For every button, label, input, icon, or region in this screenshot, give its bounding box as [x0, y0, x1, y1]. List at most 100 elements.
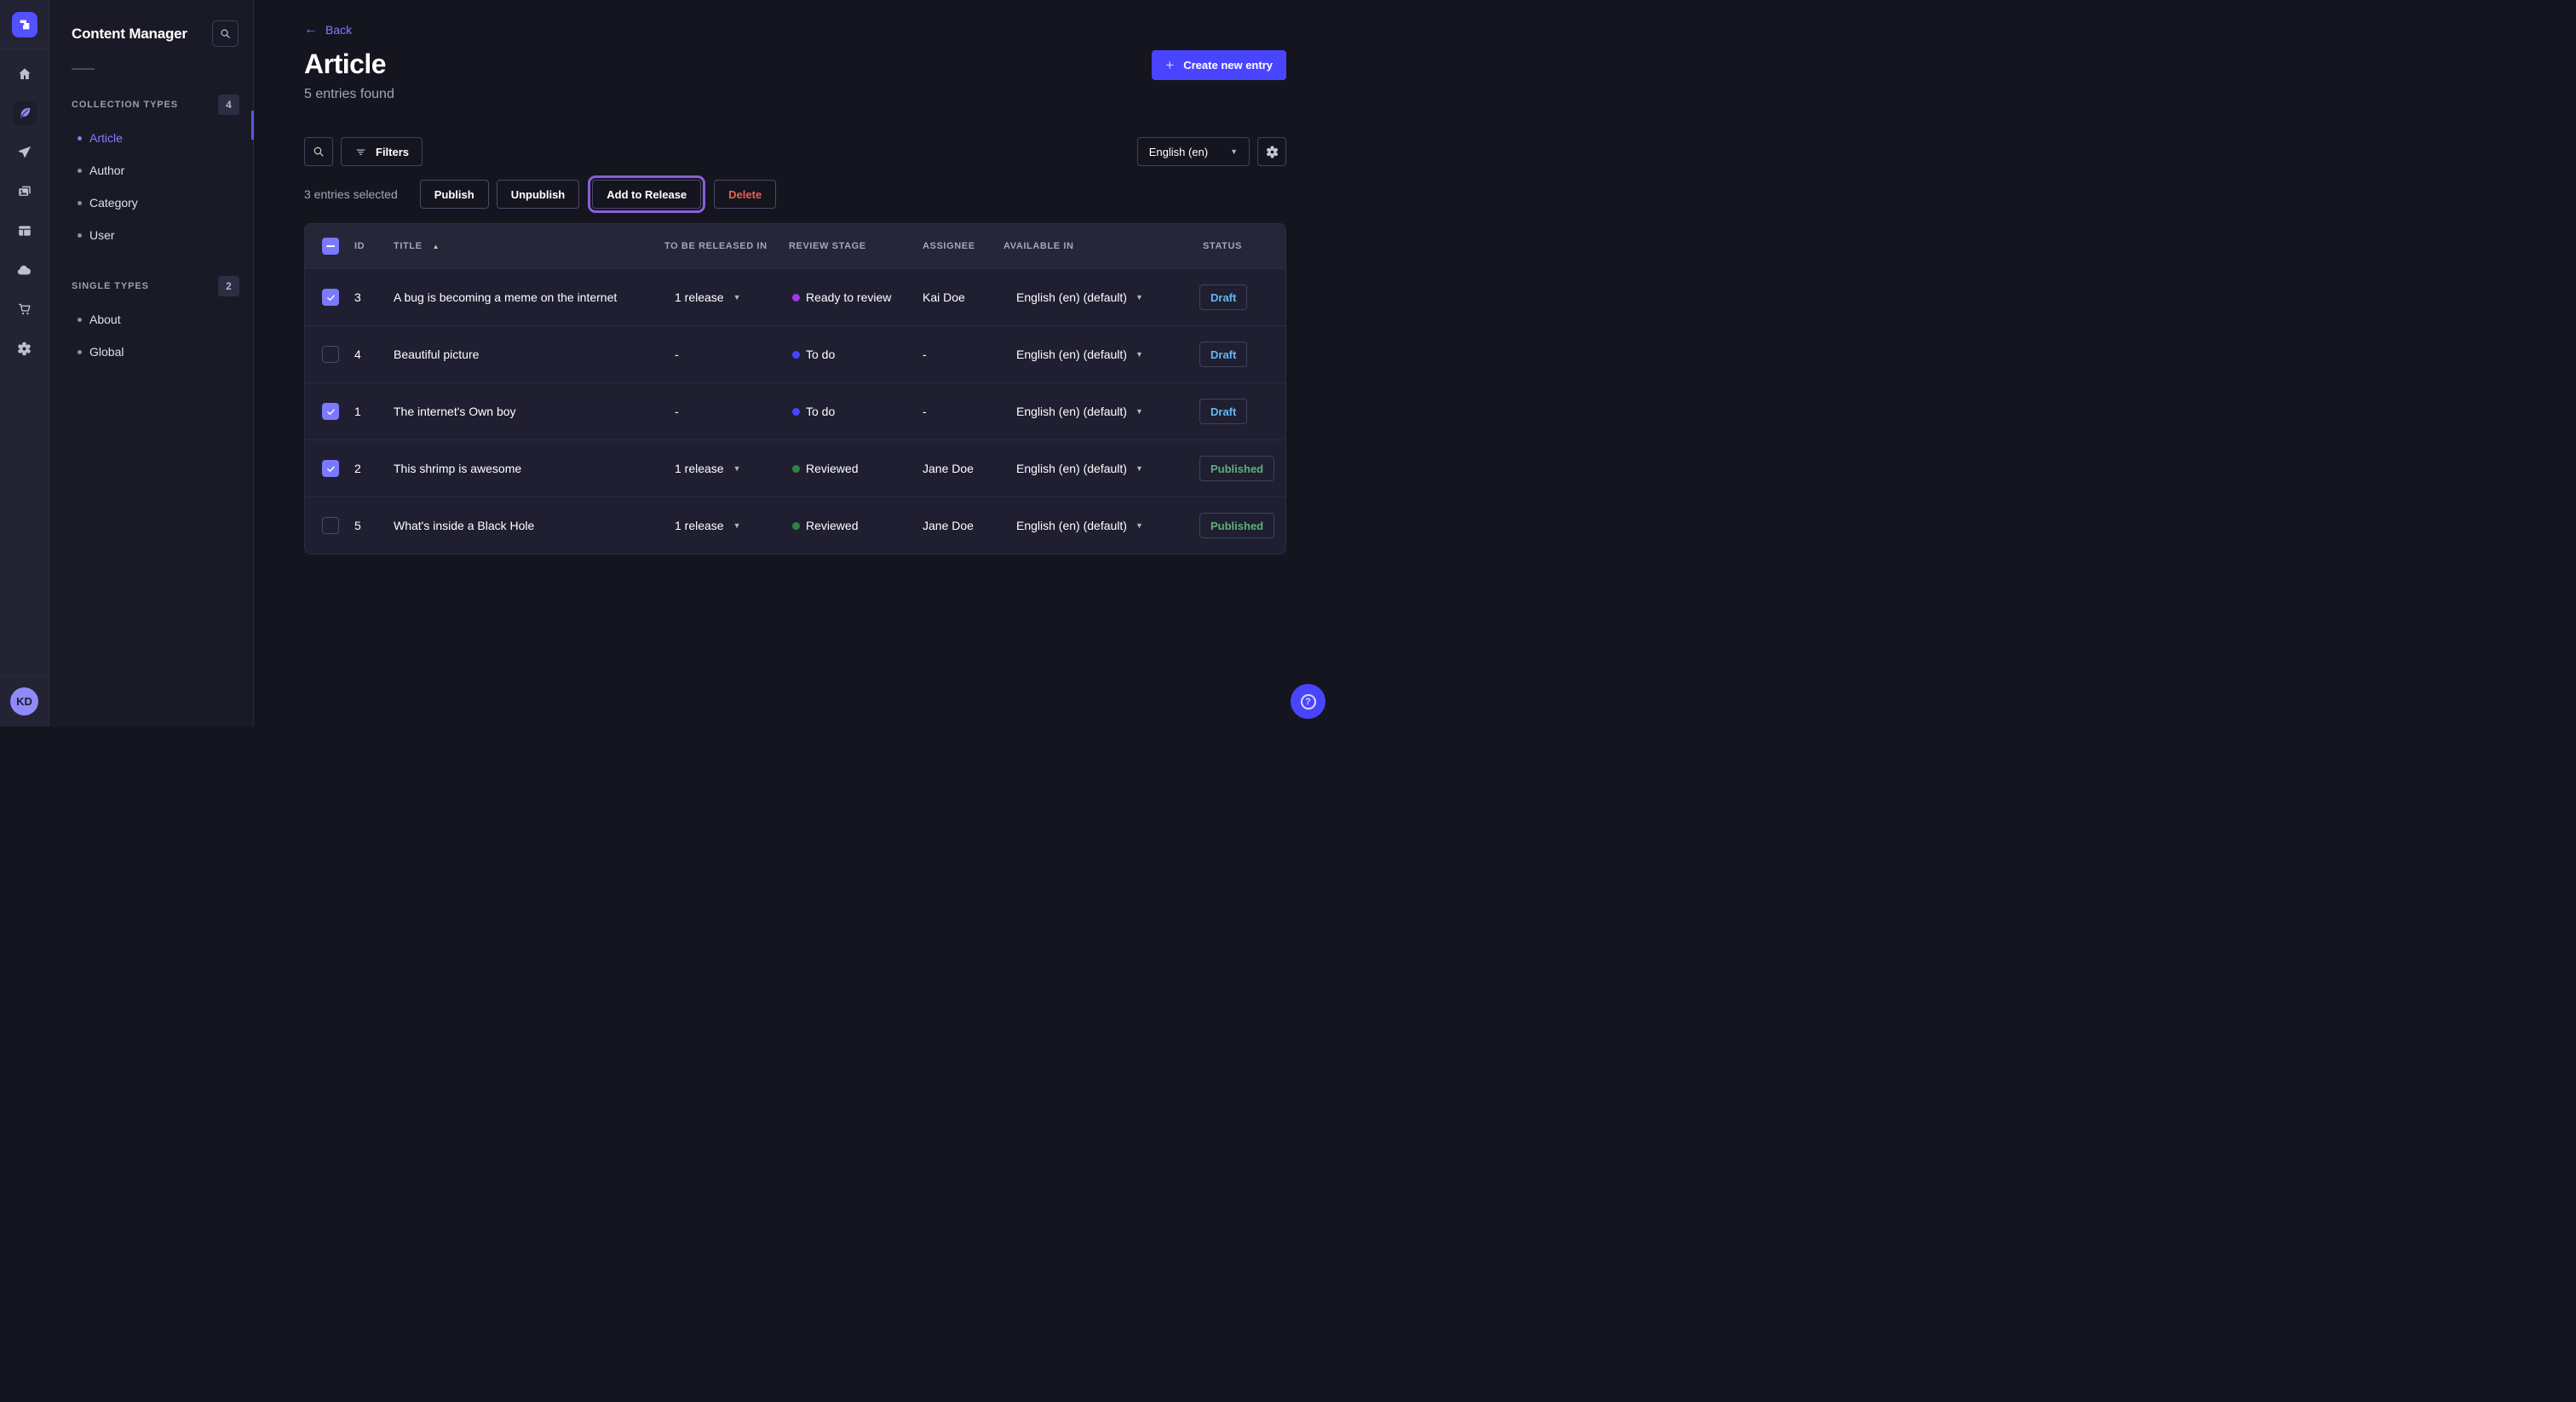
plus-icon: +: [1165, 58, 1174, 72]
locale-select[interactable]: English (en) ▼: [1137, 137, 1250, 166]
column-header-review-stage[interactable]: REVIEW STAGE: [785, 241, 919, 251]
sidebar-item-content-type-builder[interactable]: [13, 219, 37, 243]
sidebar-item-category[interactable]: Category: [49, 187, 253, 219]
row-checkbox[interactable]: [322, 460, 339, 477]
row-release-dropdown[interactable]: - ▼: [661, 348, 785, 361]
bullet-icon: [78, 136, 82, 141]
row-review-stage: Reviewed: [806, 519, 858, 532]
row-assignee: -: [919, 405, 1000, 418]
view-settings-button[interactable]: [1257, 137, 1286, 166]
bullet-icon: [78, 350, 82, 354]
column-header-id[interactable]: ID: [351, 241, 390, 251]
single-types-section: SINGLE TYPES 2 About Global: [49, 276, 253, 368]
table-row[interactable]: 3 A bug is becoming a meme on the intern…: [305, 268, 1285, 325]
section-label: COLLECTION TYPES: [72, 100, 178, 110]
column-header-status[interactable]: STATUS: [1199, 241, 1285, 251]
sidebar-item-global[interactable]: Global: [49, 336, 253, 368]
create-new-entry-button[interactable]: + Create new entry: [1152, 50, 1286, 80]
main-nav-rail: KD: [0, 0, 49, 727]
row-release-dropdown[interactable]: 1 release ▼: [661, 519, 785, 532]
caret-down-icon: ▼: [733, 294, 741, 302]
paper-plane-icon: [17, 145, 32, 160]
sidebar-item-label: Global: [89, 345, 124, 359]
sidebar-item-about[interactable]: About: [49, 303, 253, 336]
row-title: The internet's Own boy: [390, 405, 661, 418]
sidebar-item-content-manager[interactable]: [13, 101, 37, 125]
avatar[interactable]: KD: [10, 687, 38, 715]
row-checkbox[interactable]: [322, 517, 339, 534]
select-all-checkbox[interactable]: [322, 238, 339, 255]
filters-button[interactable]: Filters: [341, 137, 423, 166]
row-available-value: English (en) (default): [1016, 290, 1127, 304]
sidebar-item-cloud[interactable]: [13, 258, 37, 282]
search-button[interactable]: [304, 137, 333, 166]
page-title: Article: [304, 49, 394, 79]
home-icon: [17, 66, 32, 82]
entries-table: ID TITLE ▲ TO BE RELEASED IN REVIEW STAG…: [304, 223, 1286, 554]
row-assignee: Jane Doe: [919, 462, 1000, 475]
row-locale-dropdown[interactable]: English (en) (default) ▼: [1000, 405, 1199, 418]
bullet-icon: [78, 201, 82, 205]
row-id: 4: [351, 348, 390, 361]
row-checkbox[interactable]: [322, 346, 339, 363]
row-release-dropdown[interactable]: 1 release ▼: [661, 462, 785, 475]
row-checkbox[interactable]: [322, 289, 339, 306]
section-count-badge: 4: [218, 95, 239, 115]
help-button[interactable]: ?: [1291, 684, 1325, 719]
status-badge: Draft: [1199, 342, 1247, 367]
sidebar-item-user[interactable]: User: [49, 219, 253, 251]
row-title: A bug is becoming a meme on the internet: [390, 290, 661, 304]
row-locale-dropdown[interactable]: English (en) (default) ▼: [1000, 462, 1199, 475]
column-header-available-in[interactable]: AVAILABLE IN: [1000, 241, 1199, 251]
row-locale-dropdown[interactable]: English (en) (default) ▼: [1000, 290, 1199, 304]
back-link[interactable]: ← Back: [304, 23, 352, 37]
row-release-dropdown[interactable]: 1 release ▼: [661, 290, 785, 304]
filters-label: Filters: [376, 146, 409, 158]
row-review-stage: Ready to review: [806, 290, 891, 304]
row-release-value: 1 release: [675, 462, 724, 475]
locale-value: English (en): [1149, 146, 1208, 158]
sidebar-item-article[interactable]: Article: [49, 122, 253, 154]
row-available-value: English (en) (default): [1016, 462, 1127, 475]
row-locale-dropdown[interactable]: English (en) (default) ▼: [1000, 519, 1199, 532]
sidebar-item-label: About: [89, 313, 121, 326]
unpublish-button[interactable]: Unpublish: [497, 180, 580, 209]
sidebar-search-button[interactable]: [212, 20, 239, 47]
table-row[interactable]: 1 The internet's Own boy - ▼ To do - Eng…: [305, 382, 1285, 440]
cloud-icon: [16, 262, 32, 279]
table-row[interactable]: 2 This shrimp is awesome 1 release ▼ Rev…: [305, 440, 1285, 497]
sidebar-item-home[interactable]: [13, 62, 37, 86]
add-to-release-button[interactable]: Add to Release: [592, 180, 701, 209]
caret-down-icon: ▼: [1136, 408, 1143, 416]
table-row[interactable]: 5 What's inside a Black Hole 1 release ▼…: [305, 497, 1285, 554]
question-mark-icon: ?: [1301, 694, 1316, 710]
row-available-value: English (en) (default): [1016, 405, 1127, 418]
content-manager-sidebar: Content Manager COLLECTION TYPES 4 Artic…: [49, 0, 254, 727]
row-available-value: English (en) (default): [1016, 519, 1127, 532]
sidebar-item-media-library[interactable]: [13, 180, 37, 204]
column-header-assignee[interactable]: ASSIGNEE: [919, 241, 1000, 251]
row-checkbox[interactable]: [322, 403, 339, 420]
caret-down-icon: ▼: [1230, 148, 1238, 156]
rail-footer: KD: [0, 676, 49, 727]
sidebar-item-settings[interactable]: [13, 336, 37, 360]
strapi-logo[interactable]: [12, 12, 37, 37]
row-locale-dropdown[interactable]: English (en) (default) ▼: [1000, 348, 1199, 361]
sidebar-item-releases[interactable]: [13, 141, 37, 164]
publish-button[interactable]: Publish: [420, 180, 489, 209]
filter-icon: [354, 146, 367, 158]
column-header-title[interactable]: TITLE ▲: [390, 241, 661, 251]
check-icon: [325, 292, 336, 303]
table-header: ID TITLE ▲ TO BE RELEASED IN REVIEW STAG…: [305, 224, 1285, 268]
row-title: This shrimp is awesome: [390, 462, 661, 475]
sidebar-item-author[interactable]: Author: [49, 154, 253, 187]
status-badge: Draft: [1199, 284, 1247, 310]
column-header-to-be-released-in[interactable]: TO BE RELEASED IN: [661, 241, 785, 251]
table-row[interactable]: 4 Beautiful picture - ▼ To do - English …: [305, 325, 1285, 382]
caret-down-icon: ▼: [1136, 465, 1143, 473]
sidebar-item-marketplace[interactable]: [13, 297, 37, 321]
row-release-dropdown[interactable]: - ▼: [661, 405, 785, 418]
row-review-stage: To do: [806, 348, 835, 361]
delete-button[interactable]: Delete: [714, 180, 776, 209]
arrow-left-icon: ←: [304, 23, 318, 37]
